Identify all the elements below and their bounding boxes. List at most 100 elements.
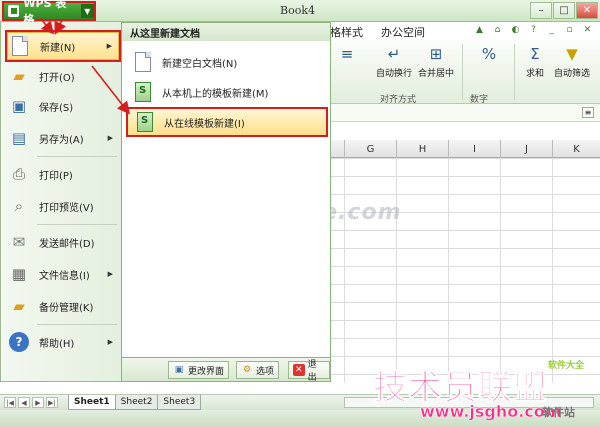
document-title: Book4 xyxy=(280,4,315,17)
brand-url: www.jsgho.com xyxy=(420,402,562,422)
wrap-text-button[interactable]: ↵ 自动换行 xyxy=(376,42,412,79)
wps-menu-button[interactable]: WPS 表格 ▼ xyxy=(2,0,96,26)
skin-icon[interactable]: ◐ xyxy=(509,23,522,36)
print-preview-icon: ⌕ xyxy=(14,197,24,215)
first-sheet-icon[interactable]: |◀ xyxy=(4,397,16,408)
save-as-icon: ▤ xyxy=(11,129,27,147)
menu-item-file-info[interactable]: ▦ 文件信息(I) ▶ xyxy=(7,260,119,288)
group-separator xyxy=(514,44,515,100)
window-restore-icon[interactable]: ▫ xyxy=(563,23,576,36)
submenu-item-label: 从本机上的模板新建(M) xyxy=(162,88,269,100)
filter-icon: ▼ xyxy=(566,45,578,63)
sheet-tab[interactable]: Sheet3 xyxy=(157,395,202,410)
tab-office-space[interactable]: 办公空间 xyxy=(381,24,425,40)
menu-item-help[interactable]: ? 帮助(H) ▶ xyxy=(7,328,119,356)
exit-label: 退出 xyxy=(307,360,317,383)
prev-sheet-icon[interactable]: ◀ xyxy=(18,397,30,408)
chevron-right-icon: ▶ xyxy=(107,134,113,142)
column-header[interactable]: G xyxy=(344,140,396,158)
submenu-item-label: 从在线模板新建(I) xyxy=(164,118,245,130)
expand-icon[interactable]: ≡ xyxy=(582,107,594,118)
next-sheet-icon[interactable]: ▶ xyxy=(32,397,44,408)
sheet-nav: |◀ ◀ ▶ ▶| xyxy=(4,397,58,408)
menu-item-label: 打开(O) xyxy=(39,72,75,84)
menu-separator xyxy=(37,156,117,157)
menu-item-save-as[interactable]: ▤ 另存为(A) ▶ xyxy=(7,124,119,152)
column-header[interactable]: H xyxy=(396,140,448,158)
exit-button[interactable]: ✕ 退出 xyxy=(288,360,330,383)
sheet-tab[interactable]: Sheet2 xyxy=(114,395,159,410)
home-icon[interactable]: ⌂ xyxy=(491,23,504,36)
change-ui-label: 更改界面 xyxy=(188,366,225,377)
column-headers: G H I J K xyxy=(322,140,600,158)
menu-item-label: 另存为(A) xyxy=(39,134,84,146)
help-icon[interactable]: ? xyxy=(527,23,540,36)
printer-icon: ⎙ xyxy=(12,165,25,183)
window-controls: – □ ✕ xyxy=(530,2,598,19)
percent-icon: % xyxy=(481,45,497,63)
sum-label: 求和 xyxy=(525,69,544,79)
brand-small-bottom: 软件站 xyxy=(542,406,575,419)
column-header[interactable]: K xyxy=(552,140,600,158)
column-header[interactable]: J xyxy=(500,140,552,158)
quick-icons: ▲ ⌂ ◐ ? _ ▫ ✕ xyxy=(473,23,594,36)
sum-icon: Σ xyxy=(530,45,540,63)
last-sheet-icon[interactable]: ▶| xyxy=(46,397,58,408)
menu-item-label: 保存(S) xyxy=(39,102,74,114)
merge-center-icon: ⊞ xyxy=(429,45,443,63)
chevron-right-icon: ▶ xyxy=(107,338,113,346)
change-ui-button[interactable]: ▣ 更改界面 xyxy=(168,361,230,379)
backup-folder-icon: ▰ xyxy=(13,297,25,315)
new-from-online-template[interactable]: 从在线模板新建(I) xyxy=(126,107,328,137)
filter-button[interactable]: ▼ 自动筛选 xyxy=(554,42,590,79)
ribbon-tabs: 格样式 办公空间 xyxy=(330,22,425,40)
merge-center-button[interactable]: ⊞ 合并居中 xyxy=(418,42,454,79)
chevron-right-icon: ▶ xyxy=(106,42,112,50)
submenu-item-label: 新建空白文档(N) xyxy=(162,58,238,70)
align-left-icon: ≡ xyxy=(340,45,354,63)
minimize-ribbon-icon[interactable]: ▲ xyxy=(473,23,486,36)
menu-item-new[interactable]: 新建(N) ▶ xyxy=(5,30,121,62)
local-template-icon xyxy=(132,79,154,105)
blank-document-icon xyxy=(132,49,154,75)
minimize-button[interactable]: – xyxy=(530,2,552,19)
menu-item-save[interactable]: ▣ 保存(S) xyxy=(7,92,119,120)
menu-separator xyxy=(37,324,117,325)
column-header[interactable]: I xyxy=(448,140,500,158)
window-minimize-icon[interactable]: _ xyxy=(545,23,558,36)
file-menu: 新建(N) ▶ ▰ 打开(O) ▣ 保存(S) ▤ 另存为(A) ▶ ⎙ 打印(… xyxy=(0,22,122,382)
sheet-tab[interactable]: Sheet1 xyxy=(68,395,116,410)
menu-item-print[interactable]: ⎙ 打印(P) xyxy=(7,160,119,188)
menu-item-send-email[interactable]: ✉ 发送邮件(D) xyxy=(7,228,119,256)
sum-button[interactable]: Σ 求和 xyxy=(522,42,548,79)
filter-label: 自动筛选 xyxy=(554,69,591,79)
save-icon: ▣ xyxy=(11,97,27,115)
cell-grid[interactable] xyxy=(322,158,600,383)
menu-item-backup[interactable]: ▰ 备份管理(K) xyxy=(7,292,119,320)
menu-item-print-preview[interactable]: ⌕ 打印预览(V) xyxy=(7,192,119,220)
align-icons[interactable]: ≡ xyxy=(334,42,360,66)
new-blank-document[interactable]: 新建空白文档(N) xyxy=(126,47,328,77)
wrap-text-icon: ↵ xyxy=(387,45,401,63)
file-info-icon: ▦ xyxy=(11,265,27,283)
menu-item-label: 备份管理(K) xyxy=(39,302,94,314)
options-label: 选项 xyxy=(256,366,275,377)
title-bar: WPS 表格 ▼ Book4 – □ ✕ xyxy=(0,0,600,26)
maximize-button[interactable]: □ xyxy=(553,2,575,19)
menu-item-label: 发送邮件(D) xyxy=(39,238,95,250)
brand-small-top: 软件大全 xyxy=(548,361,585,371)
online-template-icon xyxy=(134,109,156,135)
close-button[interactable]: ✕ xyxy=(576,2,598,19)
menu-item-open[interactable]: ▰ 打开(O) xyxy=(7,62,119,90)
submenu-header: 从这里新建文档 xyxy=(122,23,330,41)
window-close-icon[interactable]: ✕ xyxy=(581,23,594,36)
wps-logo-icon xyxy=(8,5,20,17)
options-button[interactable]: ⚙ 选项 xyxy=(236,361,280,379)
new-from-local-template[interactable]: 从本机上的模板新建(M) xyxy=(126,77,328,107)
chevron-down-icon: ▼ xyxy=(80,4,94,18)
folder-open-icon: ▰ xyxy=(13,67,25,85)
tab-cell-style[interactable]: 格样式 xyxy=(330,24,363,40)
percent-button[interactable]: % xyxy=(476,42,502,66)
close-icon: ✕ xyxy=(293,364,305,376)
menu-separator xyxy=(37,224,117,225)
